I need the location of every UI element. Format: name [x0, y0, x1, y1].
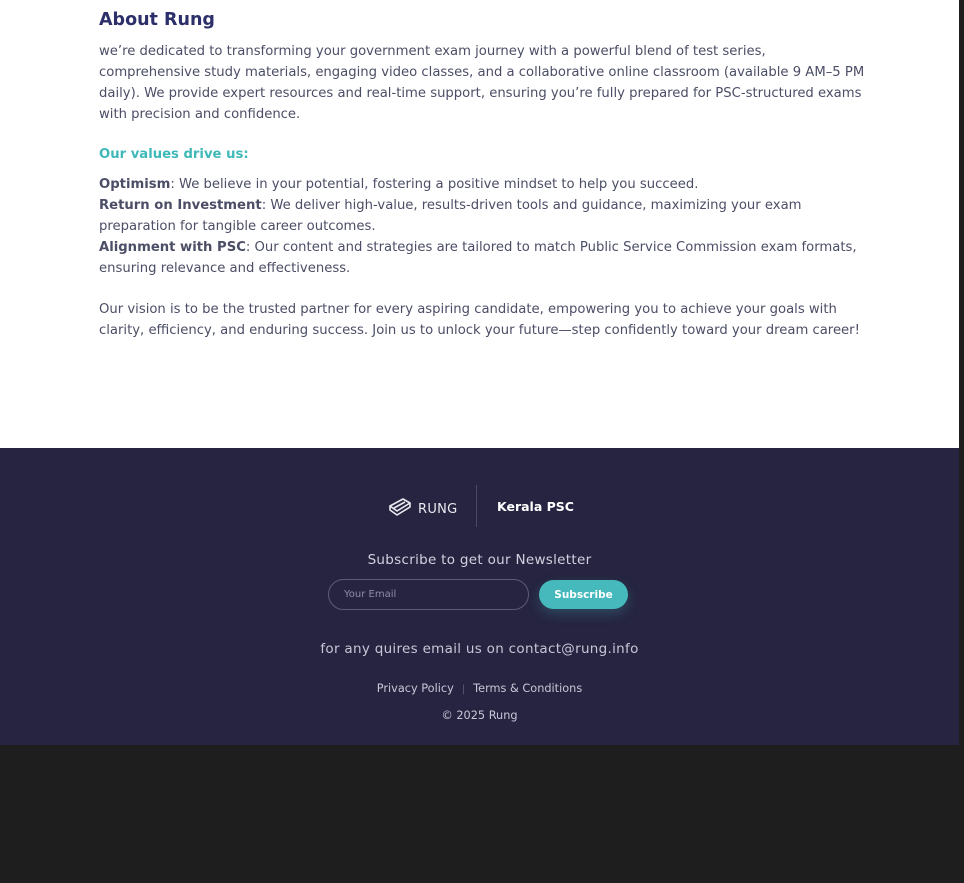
- about-intro: we’re dedicated to transforming your gov…: [99, 44, 865, 122]
- link-separator: |: [461, 684, 466, 695]
- newsletter-email-input[interactable]: [328, 579, 529, 610]
- subscribe-button[interactable]: Subscribe: [539, 580, 628, 609]
- value-name: Optimism: [99, 177, 171, 192]
- value-item: Alignment with PSC: Our content and stra…: [99, 237, 869, 279]
- value-name: Return on Investment: [99, 198, 262, 213]
- about-title: About Rung: [99, 10, 215, 30]
- newsletter-title: Subscribe to get our Newsletter: [367, 552, 592, 568]
- value-item: Return on Investment: We deliver high-va…: [99, 195, 869, 237]
- copyright: © 2025 Rung: [441, 709, 518, 722]
- value-name: Alignment with PSC: [99, 240, 246, 255]
- footer-brand-row: RUNG Kerala PSC: [0, 485, 959, 527]
- values-list: Optimism: We believe in your potential, …: [99, 174, 869, 279]
- footer-links: Privacy Policy | Terms & Conditions: [0, 682, 959, 695]
- site-footer: RUNG Kerala PSC Subscribe to get our New…: [0, 448, 959, 745]
- values-heading: Our values drive us:: [99, 147, 249, 162]
- terms-link[interactable]: Terms & Conditions: [473, 682, 582, 695]
- contact-text: for any quires email us on contact@rung.…: [320, 641, 639, 657]
- exam-label: Kerala PSC: [497, 499, 574, 514]
- about-section: About Rung we’re dedicated to transformi…: [99, 8, 869, 341]
- logo-text: RUNG: [418, 501, 458, 517]
- vision-text: Our vision is to be the trusted partner …: [99, 302, 860, 338]
- privacy-policy-link[interactable]: Privacy Policy: [377, 682, 454, 695]
- footer-logo[interactable]: RUNG: [388, 497, 458, 521]
- scrollbar[interactable]: [959, 0, 964, 883]
- value-item: Optimism: We believe in your potential, …: [99, 174, 869, 195]
- value-text: : We believe in your potential, fosterin…: [170, 177, 699, 192]
- rung-logo-icon: [388, 497, 412, 521]
- brand-divider: [476, 485, 477, 527]
